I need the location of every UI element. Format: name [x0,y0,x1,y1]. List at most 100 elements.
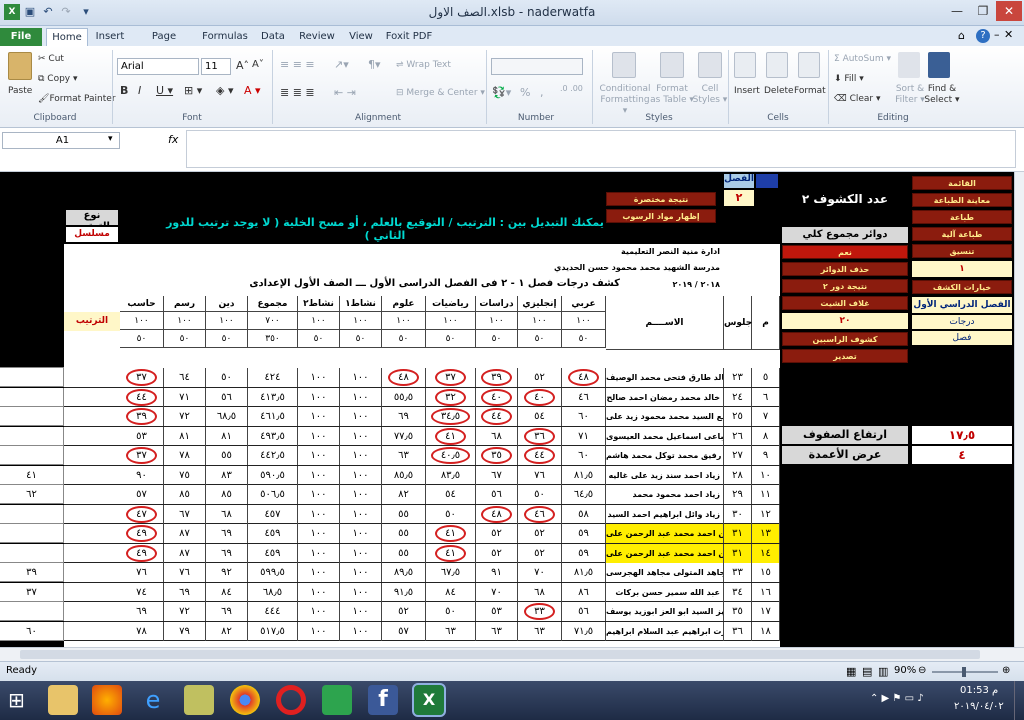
rtl-icon[interactable]: ¶▾ [368,58,381,71]
restore-icon[interactable]: ❐ [970,1,996,21]
score-cell[interactable]: ٧٥ [164,465,206,485]
seat-number-cell[interactable]: ٢٧ [724,446,752,465]
score-cell[interactable]: ١٠٠ [298,524,340,543]
rank-cell[interactable] [0,543,64,563]
score-cell[interactable]: ٤٠ [476,387,518,407]
score-cell[interactable]: ٤٤ [518,446,562,465]
score-cell[interactable]: ٥٨ [562,504,606,524]
score-cell[interactable]: ٣٤٫٥ [426,407,476,426]
worksheet[interactable]: نوع الترتيب مسلسل يمكنك التبديل بين : ال… [0,172,1014,647]
formula-input[interactable] [186,130,1016,168]
score-cell[interactable]: ٣٣ [518,602,562,621]
score-cell[interactable]: ٤١٣٫٥ [248,387,298,407]
row-number-cell[interactable]: ٨ [752,426,780,446]
score-cell[interactable]: ٧٢ [164,407,206,426]
workbook-minimize-icon[interactable]: – [994,28,1000,41]
format-as-table-icon[interactable] [660,52,684,78]
rank-cell[interactable] [0,426,64,446]
score-cell[interactable]: ١٠٠ [340,543,382,563]
score-cell[interactable]: ٨٦ [562,582,606,602]
score-cell[interactable]: ٦٣ [382,446,426,465]
score-cell[interactable]: ٧٨ [120,621,164,641]
score-cell[interactable]: ٥٠ [426,602,476,621]
student-name-cell[interactable]: رفيق محمد توكل محمد هاشم [606,446,724,465]
row-number-cell[interactable]: ١٠ [752,465,780,485]
excel-taskbar-icon[interactable]: X [412,683,446,717]
percent-icon[interactable]: % [520,86,530,99]
tab-home[interactable]: Home [46,28,88,46]
score-cell[interactable]: ٦٣ [476,621,518,641]
score-cell[interactable]: ٨٣٫٥ [426,465,476,485]
score-cell[interactable]: ٥٦ [562,602,606,621]
result-round2-button[interactable]: نتيجة دور ٢ [782,279,908,293]
student-name-cell[interactable]: رضا الصباعى اسماعيل محمد العيسوى [606,426,724,446]
rank-cell[interactable] [0,368,64,387]
insert-function-icon[interactable]: fx [168,133,178,146]
score-cell[interactable]: ١٠٠ [298,543,340,563]
rank-cell[interactable]: ٦٢ [0,485,64,504]
score-cell[interactable]: ٨٢ [382,485,426,504]
indent-icon[interactable]: ⇤ ⇥ [334,86,356,99]
seat-number-cell[interactable]: ٣٥ [724,602,752,621]
score-cell[interactable]: ٦٣ [426,621,476,641]
vertical-scrollbar[interactable] [1014,172,1024,647]
score-cell[interactable]: ٦٨ [518,582,562,602]
seat-number-cell[interactable]: ٢٣ [724,368,752,387]
table-row[interactable]: ٤٩ ٨٧ ٦٩ ٤٥٩ ١٠٠ ١٠٠ ٥٥ ٤١ ٥٢ ٥٢ ٥٩ عبد الرحمن احمد… [64,524,780,544]
score-cell[interactable]: ٧٨ [164,446,206,465]
score-cell[interactable]: ٤١ [426,543,476,563]
italic-icon[interactable]: I [138,84,141,97]
score-cell[interactable]: ٦٧ [476,465,518,485]
rank-cell[interactable]: ٣٧ [0,582,64,602]
student-name-cell[interactable]: خالد طارق فتحى محمد الوصيف [606,368,724,387]
student-name-cell[interactable]: زياد احمد محمود محمد [606,485,724,504]
clock-time[interactable]: 01:53 م [960,685,998,696]
score-cell[interactable]: ٧٧٫٥ [382,426,426,446]
yes-value[interactable]: نعم [782,245,908,259]
seat-number-cell[interactable]: ٣٠ [724,504,752,524]
export-button[interactable]: تصدير [782,349,908,363]
score-cell[interactable]: ٦٩ [206,543,248,563]
score-cell[interactable]: ٨٥ [206,485,248,504]
score-cell[interactable]: ١٠٠ [298,485,340,504]
format-cells-icon[interactable] [798,52,820,78]
score-cell[interactable]: ٩١ [476,563,518,582]
score-cell[interactable]: ٦٨ [476,426,518,446]
delete-circles-button[interactable]: حذف الدوائر [782,262,908,276]
score-cell[interactable]: ٨١ [206,426,248,446]
score-cell[interactable]: ٥٩٠٫٥ [248,465,298,485]
score-cell[interactable]: ٨٧ [164,543,206,563]
score-cell[interactable]: ١٠٠ [298,446,340,465]
rank-cell[interactable] [0,407,64,426]
find-select-button[interactable]: Find & Select ▾ [922,84,962,106]
score-cell[interactable]: ٥٢ [382,602,426,621]
zoom-in-icon[interactable]: ⊕ [1002,665,1010,676]
zoom-out-icon[interactable]: ⊖ [918,665,926,676]
copy-button[interactable]: ⧉ Copy ▾ [38,74,78,84]
row-number-cell[interactable]: ١٤ [752,543,780,563]
workbook-close-icon[interactable]: ✕ [1004,28,1013,41]
format-button[interactable]: Format [794,86,826,96]
student-name-cell[interactable]: عبد الرحمن احمد محمد عبد الرحمن على [606,524,724,543]
font-name-select[interactable]: Arial [117,58,199,75]
table-row[interactable]: ٥٧ ٨٥ ٨٥ ٥٠٦٫٥ ١٠٠ ١٠٠ ٨٢ ٥٤ ٥٦ ٥٠ ٦٤٫٥ زياد احمد م… [64,485,780,505]
name-box-dropdown-icon[interactable]: ▾ [108,134,113,144]
score-cell[interactable]: ٧٢ [164,602,206,621]
score-cell[interactable]: ١٠٠ [340,407,382,426]
paste-icon[interactable] [8,52,32,80]
score-cell[interactable]: ٣٧ [120,368,164,387]
score-cell[interactable]: ٥٢ [476,543,518,563]
delete-circles-value[interactable]: ١ [912,261,1012,277]
score-cell[interactable]: ١٠٠ [298,368,340,387]
rank-cell[interactable]: ٣٩ [0,563,64,582]
score-cell[interactable]: ٨٣ [206,465,248,485]
zoom-slider-thumb[interactable] [962,667,966,677]
row-number-cell[interactable]: ٧ [752,407,780,426]
clock-date[interactable]: ٢٠١٩/٠٤/٠٢ [954,701,1004,712]
score-cell[interactable]: ٥٢ [518,524,562,543]
table-row[interactable]: ٥٣ ٨١ ٨١ ٤٩٣٫٥ ١٠٠ ١٠٠ ٧٧٫٥ ٤١ ٦٨ ٣٦ ٧١ رضا الصباعى… [64,426,780,446]
menu-item-print[interactable]: طباعة [912,210,1012,224]
seat-number-cell[interactable]: ٢٩ [724,485,752,504]
seat-number-cell[interactable]: ٢٥ [724,407,752,426]
score-cell[interactable]: ٥٥ [206,446,248,465]
